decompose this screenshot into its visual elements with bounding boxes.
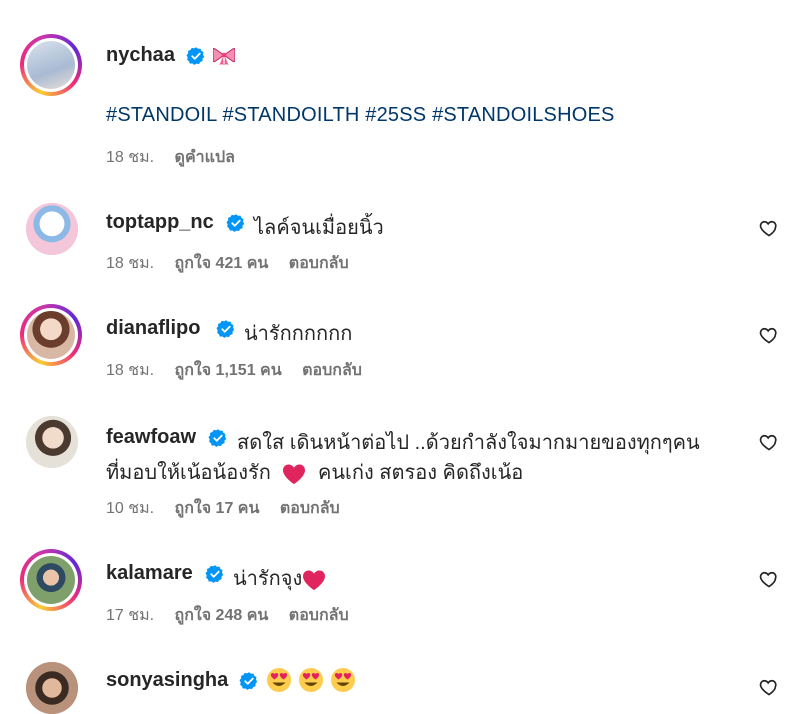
comment-text-line2: ที่มอบให้เน้อน้องรัก คนเก่ง สตรอง คิดถึง…: [106, 462, 524, 484]
heart-eyes-emoji: [299, 668, 323, 692]
comment-time: 10 ชม.: [106, 500, 155, 517]
heart-eyes-emoji-row: [266, 667, 356, 693]
translate-link[interactable]: ดูคำแปล: [175, 149, 235, 166]
verified-badge-icon: [239, 672, 258, 690]
heart-outline-icon[interactable]: [759, 325, 779, 345]
red-heart-emoji: [283, 464, 306, 484]
heart-eyes-emoji: [331, 668, 355, 692]
comment-likes[interactable]: ถูกใจ 421 คน: [175, 255, 269, 272]
caption-time: 18 ชม.: [106, 149, 155, 166]
pink-bow-emoji: [213, 48, 235, 66]
comment-meta: 17 ชม. ถูกใจ 248 คน ตอบกลับ: [106, 603, 365, 628]
comment-username[interactable]: dianaflipo: [106, 317, 200, 340]
reply-button[interactable]: ตอบกลับ: [289, 255, 349, 272]
comment-avatar[interactable]: [26, 203, 78, 255]
comment-username[interactable]: sonyasingha: [106, 669, 228, 692]
comment-text: น่ารักจุง: [233, 568, 303, 590]
heart-outline-icon[interactable]: [759, 569, 779, 589]
verified-badge-icon: [186, 47, 205, 65]
comment-avatar[interactable]: [20, 549, 82, 611]
comment-text: ไลค์จนเมื่อยนิ้ว: [254, 217, 384, 239]
comment-time: 18 ชม.: [106, 362, 155, 379]
comment-avatar[interactable]: [26, 662, 78, 714]
comment-username[interactable]: kalamare: [106, 562, 193, 585]
comment-likes[interactable]: ถูกใจ 17 คน: [175, 500, 260, 517]
heart-outline-icon[interactable]: [759, 677, 779, 697]
comment-text-row: น่ารักจุง: [233, 562, 326, 594]
heart-outline-icon[interactable]: [759, 432, 779, 452]
comment-username[interactable]: feawfoaw: [106, 426, 196, 449]
caption-avatar[interactable]: [20, 34, 82, 96]
comment-time: 17 ชม.: [106, 607, 155, 624]
comment-text: สดใส เดินหน้าต่อไป ..ด้วยกำลังใจมากมายขอ…: [237, 432, 700, 454]
comment-likes[interactable]: ถูกใจ 1,151 คน: [175, 362, 282, 379]
comment-avatar[interactable]: [26, 416, 78, 468]
comment-meta: 18 ชม. ถูกใจ 421 คน ตอบกลับ: [106, 251, 365, 276]
caption-username[interactable]: nychaa: [106, 44, 175, 67]
comment-likes[interactable]: ถูกใจ 248 คน: [175, 607, 269, 624]
verified-badge-icon: [216, 320, 235, 338]
comment-username[interactable]: toptapp_nc: [106, 211, 214, 234]
red-heart-emoji: [303, 570, 326, 590]
caption-meta: 18 ชม. ดูคำแปล: [106, 145, 251, 170]
verified-badge-icon: [205, 565, 224, 583]
verified-badge-icon: [226, 214, 245, 232]
comment-meta: 18 ชม. ถูกใจ 1,151 คน ตอบกลับ: [106, 358, 378, 383]
comment-text: น่ารักกกกกก: [244, 323, 353, 345]
caption-hashtags[interactable]: #STANDOIL #STANDOILTH #25SS #STANDOILSHO…: [106, 104, 615, 127]
heart-eyes-emoji: [267, 668, 291, 692]
comment-avatar[interactable]: [20, 304, 82, 366]
reply-button[interactable]: ตอบกลับ: [289, 607, 349, 624]
verified-badge-icon: [208, 429, 227, 447]
reply-button[interactable]: ตอบกลับ: [280, 500, 340, 517]
heart-outline-icon[interactable]: [759, 218, 779, 238]
comment-meta: 10 ชม. ถูกใจ 17 คน ตอบกลับ: [106, 496, 356, 521]
reply-button[interactable]: ตอบกลับ: [302, 362, 362, 379]
comment-time: 18 ชม.: [106, 255, 155, 272]
